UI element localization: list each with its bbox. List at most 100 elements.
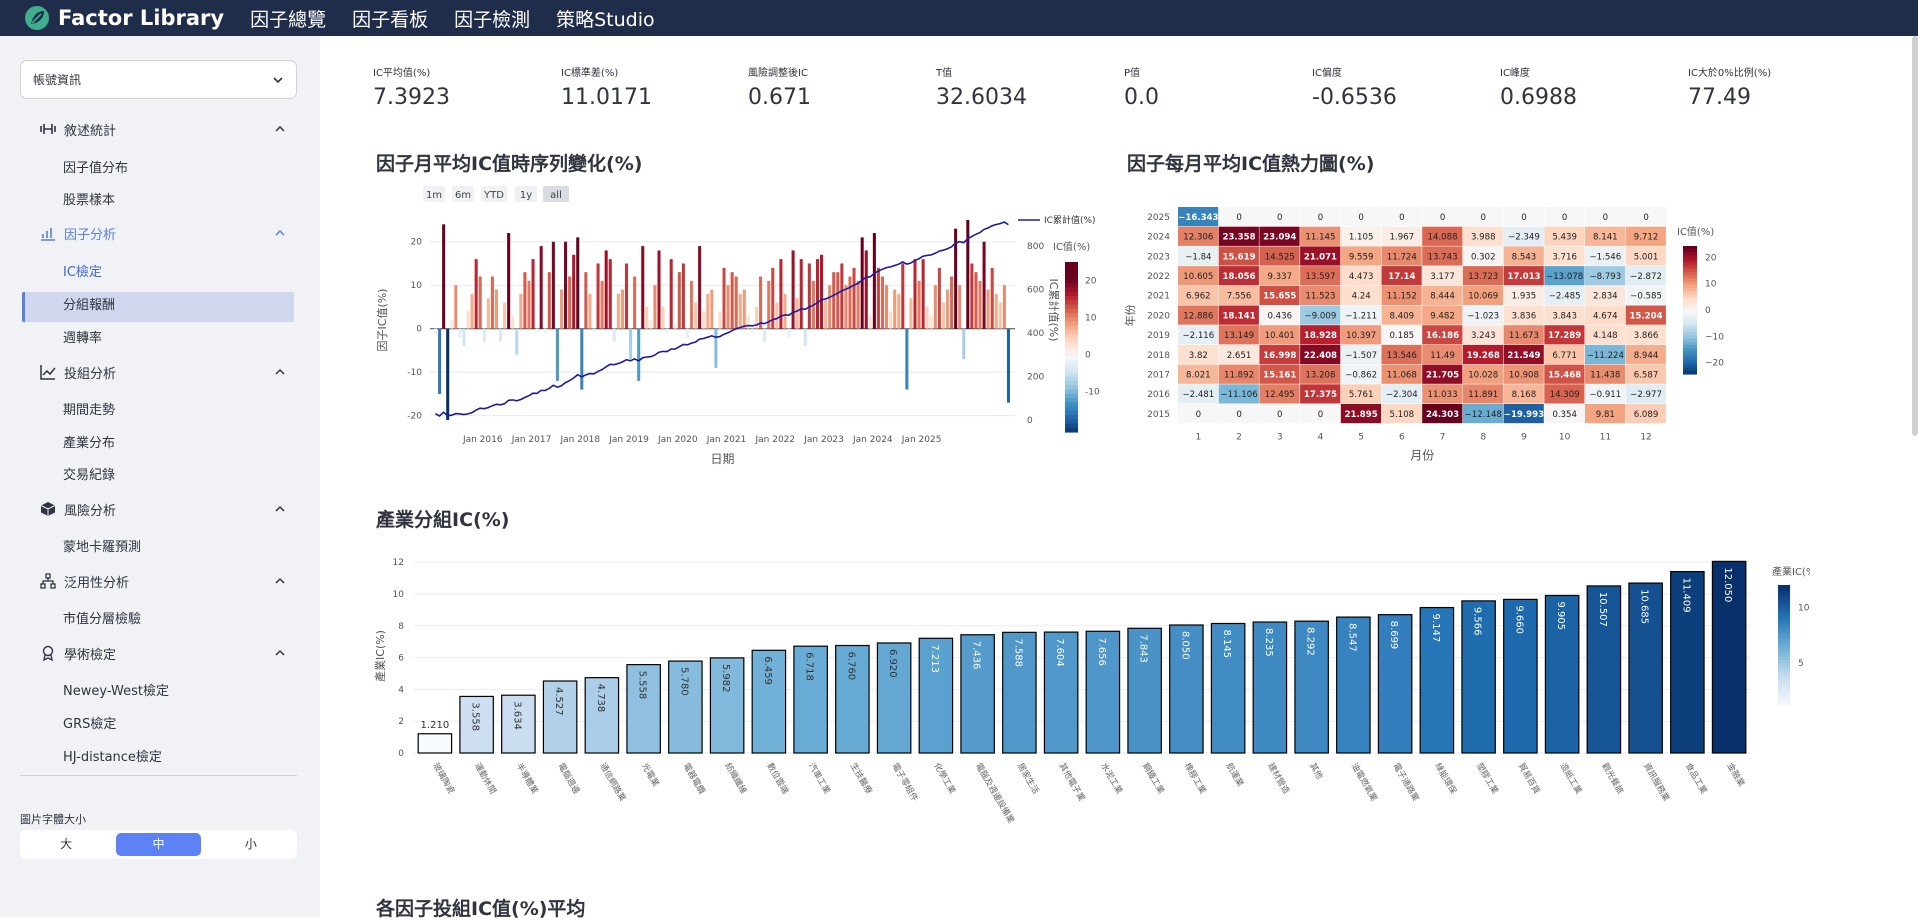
nav-factor-overview[interactable]: 因子總覽 xyxy=(250,5,326,32)
sidebar-item-stock-sample[interactable]: 股票樣本 xyxy=(63,189,115,208)
heatmap-cell-label: 9.337 xyxy=(1267,272,1292,282)
sidebar-item-newey-west[interactable]: Newey-West檢定 xyxy=(63,680,169,699)
sidebar-item-industry-distribution[interactable]: 產業分布 xyxy=(63,432,115,451)
industry-category-label: 電器電纜 xyxy=(681,761,708,796)
ic-bar xyxy=(750,328,754,334)
heatmap-cell-label: 13.208 xyxy=(1305,370,1335,380)
range-button-all[interactable]: all xyxy=(543,186,569,202)
industry-y-axis-title: 產業IC(%) xyxy=(373,630,387,682)
colorbar-segment xyxy=(1065,419,1078,425)
metric-value: 0.0 xyxy=(1124,85,1159,110)
x-tick-label: Jan 2020 xyxy=(657,435,698,445)
industry-bar-value: 7.436 xyxy=(971,641,982,670)
chevron-up-icon xyxy=(275,229,285,236)
industry-category-label: 金融業 xyxy=(1725,761,1748,789)
ic-timeseries-chart[interactable]: 1m 6m YTD 1y all20100-10-208006004002000Jan … xyxy=(370,180,1110,480)
sidebar-item-period-trend[interactable]: 期間走勢 xyxy=(63,399,115,418)
ic-bar xyxy=(824,298,828,329)
sidebar-section-portfolio[interactable]: 投組分析 xyxy=(40,361,286,383)
sidebar-item-grs[interactable]: GRS檢定 xyxy=(63,713,116,732)
industry-bar-value: 5.982 xyxy=(720,664,731,693)
heatmap-cell-label: 9.559 xyxy=(1349,252,1374,262)
ic-bar xyxy=(629,328,633,360)
sidebar-item-group-returns[interactable]: 分組報酬 xyxy=(63,294,115,313)
industry-bar-value: 3.634 xyxy=(511,701,522,730)
heatmap-cell-label: 9.81 xyxy=(1596,410,1615,420)
heatmap-cell-label: −1.211 xyxy=(1345,311,1377,321)
ic-bar xyxy=(832,272,836,329)
heatmap-cell-label: 17.375 xyxy=(1304,390,1337,400)
industry-bar-value: 7.588 xyxy=(1012,638,1023,667)
heatmap-cell-label: 16.186 xyxy=(1426,331,1459,341)
sidebar-item-factor-distribution[interactable]: 因子值分布 xyxy=(63,157,128,176)
range-button-6m[interactable]: 6m xyxy=(452,186,474,202)
ic-bar xyxy=(730,272,734,329)
heatmap-cell-label: 10.605 xyxy=(1183,272,1213,282)
heatmap-cell-label: 1.935 xyxy=(1512,292,1537,302)
ic-heatmap-chart[interactable]: 2025 −16.343 0 0 0 0 0 0 0 0 0 0 02024 12.306 23.358 23… xyxy=(1120,200,1820,475)
heatmap-cell-label: 23.094 xyxy=(1263,233,1296,243)
industry-bar-value: 7.843 xyxy=(1138,634,1149,663)
heatmap-cell-label: 17.14 xyxy=(1388,272,1415,282)
nav-strategy-studio[interactable]: 策略Studio xyxy=(556,5,655,32)
heatmap-cell-label: 5.108 xyxy=(1390,410,1415,420)
heatmap-cell-label: 8.444 xyxy=(1430,292,1455,302)
sidebar-section-risk[interactable]: 風險分析 xyxy=(40,498,286,520)
account-select[interactable]: 帳號資訊 xyxy=(20,60,297,99)
heatmap-month-label: 7 xyxy=(1440,433,1446,443)
heatmap-cell-label: 0.436 xyxy=(1267,311,1292,321)
font-size-medium-option[interactable]: 中 xyxy=(116,833,201,856)
nav-factor-dashboard[interactable]: 因子看板 xyxy=(352,5,428,32)
industry-bar-value: 5.780 xyxy=(678,667,689,696)
heatmap-cell-label: −13.078 xyxy=(1546,272,1583,282)
sidebar-section-factor-analysis[interactable]: 因子分析 xyxy=(40,222,286,244)
ic-bar xyxy=(466,311,470,329)
ic-bar xyxy=(547,272,551,329)
sidebar-item-trade-log[interactable]: 交易紀錄 xyxy=(63,464,115,483)
heatmap-colorbar-tick-label: −20 xyxy=(1705,359,1724,369)
sidebar-item-hj-distance[interactable]: HJ-distance檢定 xyxy=(63,746,162,765)
ic-bar xyxy=(454,285,458,329)
range-button-1m[interactable]: 1m xyxy=(423,186,445,202)
heatmap-cell-label: 15.655 xyxy=(1263,292,1296,302)
sidebar-section-generality[interactable]: 泛用性分析 xyxy=(40,570,286,592)
sidebar-item-monte-carlo[interactable]: 蒙地卡羅預測 xyxy=(63,536,141,555)
nav-factor-testing[interactable]: 因子檢測 xyxy=(454,5,530,32)
colorbar-tick-label: -10 xyxy=(1085,387,1100,397)
sidebar-item-turnover[interactable]: 週轉率 xyxy=(63,327,102,346)
heatmap-chart-title: 因子每月平均IC值熱力圖(%) xyxy=(1127,153,1375,175)
heatmap-year-label: 2020 xyxy=(1147,311,1170,321)
industry-chart-title: 產業分組IC(%) xyxy=(376,509,510,531)
font-size-small-option[interactable]: 小 xyxy=(209,833,293,856)
range-button-1y[interactable]: 1y xyxy=(515,186,537,202)
heatmap-cell-label: 18.928 xyxy=(1304,331,1337,341)
range-button-ytd[interactable]: YTD xyxy=(481,186,507,202)
heatmap-cell-label: 21.071 xyxy=(1304,252,1337,262)
heatmap-cell-label: 6.089 xyxy=(1634,410,1659,420)
heatmap-cell-label: 11.523 xyxy=(1305,292,1335,302)
heatmap-month-label: 3 xyxy=(1277,433,1283,443)
colorbar-segment xyxy=(1065,313,1078,318)
font-size-large-option[interactable]: 大 xyxy=(24,833,108,856)
account-select-label: 帳號資訊 xyxy=(33,73,82,87)
sidebar-section-descriptive[interactable]: 敘述統計 xyxy=(40,118,286,140)
sidebar-section-academic[interactable]: 學術檢定 xyxy=(40,642,286,664)
colorbar-segment xyxy=(1065,355,1078,361)
colorbar-segment xyxy=(1065,423,1078,429)
heatmap-cell-label: 0.354 xyxy=(1552,410,1577,420)
heatmap-cell-label: 3.843 xyxy=(1552,311,1577,321)
metric-value: 7.3923 xyxy=(373,85,450,110)
sidebar-divider xyxy=(20,775,297,776)
heatmap-cell-label: 5.761 xyxy=(1349,390,1374,400)
app-logo[interactable]: Factor Library xyxy=(24,5,224,31)
ic-bar xyxy=(604,250,608,329)
sidebar-item-ic-test[interactable]: IC檢定 xyxy=(63,261,102,280)
heatmap-cell-label: 4.24 xyxy=(1352,292,1371,302)
page-scrollbar[interactable] xyxy=(1912,36,1918,436)
heatmap-cell-label: 10.028 xyxy=(1468,370,1498,380)
industry-ic-chart[interactable]: 12 10 8 6 4 2 0 1.210 玻璃陶瓷 3.558 運動休閒 3.634 半導體業 4.52… xyxy=(370,545,1810,845)
heatmap-cell-label: 17.289 xyxy=(1548,331,1581,341)
heatmap-cell-label: 18.141 xyxy=(1222,311,1255,321)
ic-bar xyxy=(738,293,742,329)
sidebar-item-market-cap-test[interactable]: 市值分層檢驗 xyxy=(63,608,141,627)
